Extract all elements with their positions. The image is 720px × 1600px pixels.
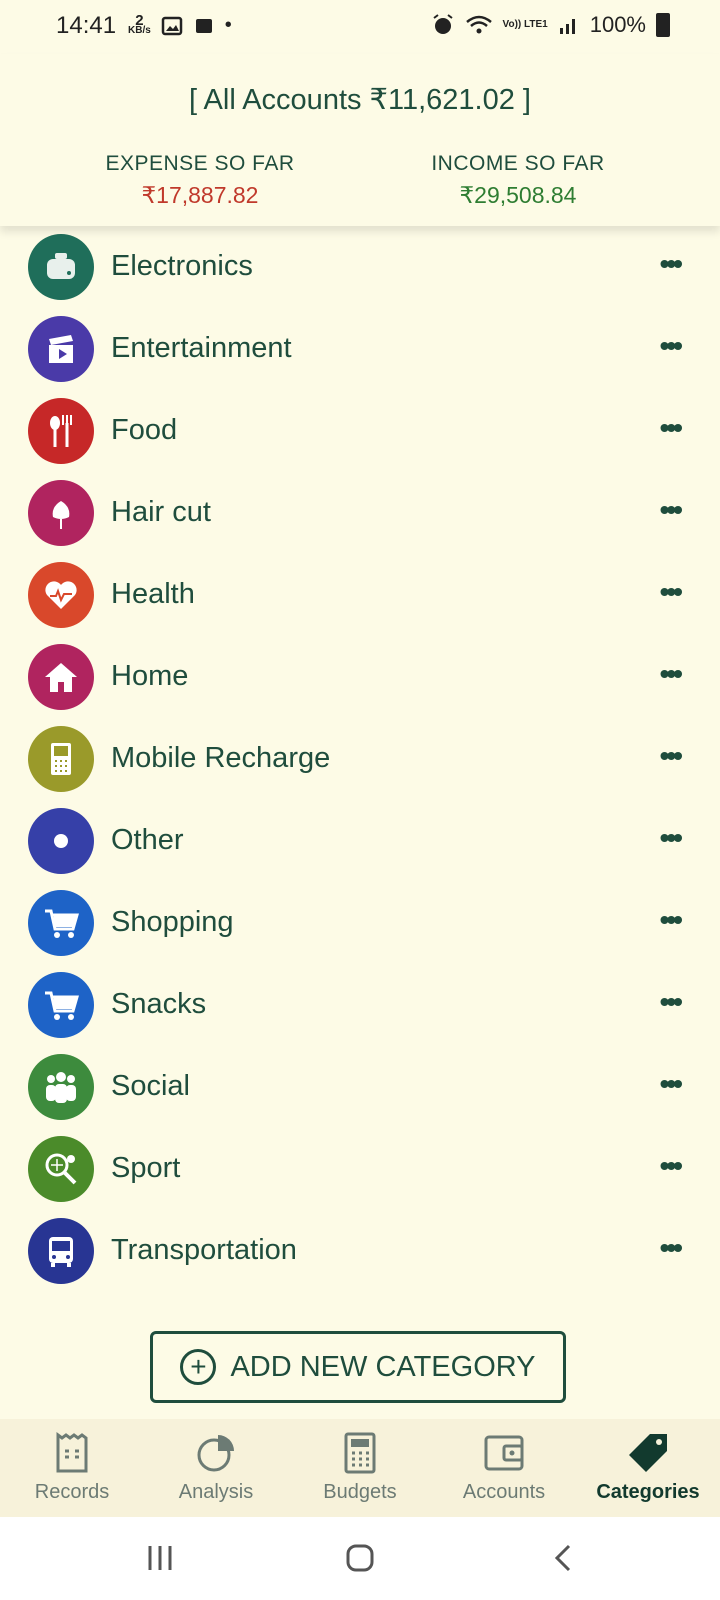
- clapperboard-icon: [28, 316, 94, 382]
- nav-categories-label: Categories: [596, 1481, 700, 1503]
- nav-accounts[interactable]: Accounts: [432, 1431, 576, 1504]
- more-options-icon[interactable]: •••: [660, 740, 683, 772]
- nav-budgets[interactable]: Budgets: [288, 1431, 432, 1504]
- cart-icon: [28, 972, 94, 1038]
- status-time: 14:41: [56, 12, 117, 39]
- bus-icon: [28, 1218, 94, 1284]
- category-row-home[interactable]: Home •••: [0, 636, 720, 720]
- category-row-transportation[interactable]: Transportation •••: [0, 1210, 720, 1294]
- nav-analysis-label: Analysis: [178, 1481, 254, 1503]
- data-rate-indicator: 2 KB/s: [128, 11, 151, 36]
- notification-icon: [195, 18, 212, 33]
- cart-icon: [28, 890, 94, 956]
- back-icon[interactable]: [552, 1543, 574, 1573]
- plus-circle-icon: +: [180, 1349, 217, 1385]
- more-options-icon[interactable]: •••: [660, 904, 683, 936]
- category-name: Entertainment: [111, 332, 292, 364]
- tulip-icon: [28, 480, 94, 546]
- nav-budgets-label: Budgets: [323, 1481, 397, 1503]
- more-options-icon[interactable]: •••: [660, 822, 683, 854]
- phone-icon: [28, 726, 94, 792]
- tag-icon: [629, 1434, 667, 1472]
- more-options-icon[interactable]: •••: [660, 1068, 683, 1100]
- more-options-icon[interactable]: •••: [660, 1150, 683, 1182]
- house-icon: [28, 644, 94, 710]
- more-options-icon[interactable]: •••: [660, 986, 683, 1018]
- category-name: Health: [111, 578, 195, 610]
- category-row-mobile-recharge[interactable]: Mobile Recharge •••: [0, 718, 720, 802]
- category-row-snacks[interactable]: Snacks •••: [0, 964, 720, 1048]
- recent-apps-icon[interactable]: [146, 1543, 174, 1573]
- income-summary: INCOME SO FAR ₹29,508.84: [388, 152, 648, 209]
- expense-summary: EXPENSE SO FAR ₹17,887.82: [70, 152, 330, 209]
- category-row-hair-cut[interactable]: Hair cut •••: [0, 472, 720, 556]
- dot-indicator: •: [224, 14, 232, 36]
- more-options-icon[interactable]: •••: [660, 1232, 683, 1264]
- category-name: Electronics: [111, 250, 253, 282]
- income-label: INCOME SO FAR: [431, 152, 605, 175]
- category-name: Snacks: [111, 988, 207, 1020]
- nav-records-label: Records: [34, 1481, 110, 1503]
- more-options-icon[interactable]: •••: [660, 494, 683, 526]
- battery-icon: [656, 13, 670, 37]
- more-options-icon[interactable]: •••: [660, 412, 683, 444]
- add-new-category-button[interactable]: + ADD NEW CATEGORY: [150, 1331, 566, 1403]
- status-bar: 14:41 2 KB/s • Vo)) LTE1 100%: [0, 0, 720, 54]
- category-name: Mobile Recharge: [111, 742, 331, 774]
- more-options-icon[interactable]: •••: [660, 330, 683, 362]
- category-name: Transportation: [111, 1234, 297, 1266]
- nav-analysis[interactable]: Analysis: [144, 1431, 288, 1504]
- category-row-entertainment[interactable]: Entertainment •••: [0, 308, 720, 392]
- expense-label: EXPENSE SO FAR: [105, 152, 295, 175]
- network-type: Vo)) LTE1: [502, 19, 548, 30]
- category-row-health[interactable]: Health •••: [0, 554, 720, 638]
- fork-spoon-icon: [28, 398, 94, 464]
- alarm-icon: [432, 14, 453, 34]
- category-row-electronics[interactable]: Electronics •••: [0, 226, 720, 310]
- expense-value: ₹17,887.82: [141, 182, 259, 208]
- gallery-icon: [161, 16, 183, 35]
- category-name: Other: [111, 824, 184, 856]
- nav-categories[interactable]: Categories: [576, 1431, 720, 1504]
- home-icon[interactable]: [345, 1543, 375, 1573]
- add-new-category-label: ADD NEW CATEGORY: [230, 1350, 536, 1383]
- people-icon: [28, 1054, 94, 1120]
- category-row-other[interactable]: Other •••: [0, 800, 720, 884]
- bottom-navigation: Records Analysis Budgets Accounts Catego…: [0, 1419, 720, 1517]
- signal-icon: [559, 19, 575, 34]
- receipt-icon: [56, 1432, 88, 1473]
- category-name: Sport: [111, 1152, 181, 1184]
- income-value: ₹29,508.84: [459, 182, 577, 208]
- system-navigation-bar: [0, 1517, 720, 1600]
- tennis-icon: [28, 1136, 94, 1202]
- category-name: Social: [111, 1070, 190, 1102]
- account-selector[interactable]: [ All Accounts ₹11,621.02 ]: [0, 82, 720, 117]
- category-row-shopping[interactable]: Shopping •••: [0, 882, 720, 966]
- battery-percent: 100%: [589, 12, 646, 37]
- category-row-sport[interactable]: Sport •••: [0, 1128, 720, 1212]
- more-options-icon[interactable]: •••: [660, 658, 683, 690]
- category-row-food[interactable]: Food •••: [0, 390, 720, 474]
- more-options-icon[interactable]: •••: [660, 576, 683, 608]
- heart-pulse-icon: [28, 562, 94, 628]
- nav-records[interactable]: Records: [0, 1431, 144, 1504]
- summary-header: [ All Accounts ₹11,621.02 ] EXPENSE SO F…: [0, 54, 720, 226]
- more-options-icon[interactable]: •••: [660, 248, 683, 280]
- pie-chart-icon: [197, 1435, 234, 1472]
- category-name: Hair cut: [111, 496, 211, 528]
- wallet-icon: [484, 1435, 524, 1471]
- category-name: Home: [111, 660, 189, 692]
- wifi-icon: [465, 15, 492, 34]
- category-name: Shopping: [111, 906, 234, 938]
- category-name: Food: [111, 414, 178, 446]
- circle-dot-icon: [28, 808, 94, 874]
- toaster-icon: [28, 234, 94, 300]
- calculator-icon: [344, 1432, 376, 1474]
- category-row-social[interactable]: Social •••: [0, 1046, 720, 1130]
- nav-accounts-label: Accounts: [462, 1481, 546, 1503]
